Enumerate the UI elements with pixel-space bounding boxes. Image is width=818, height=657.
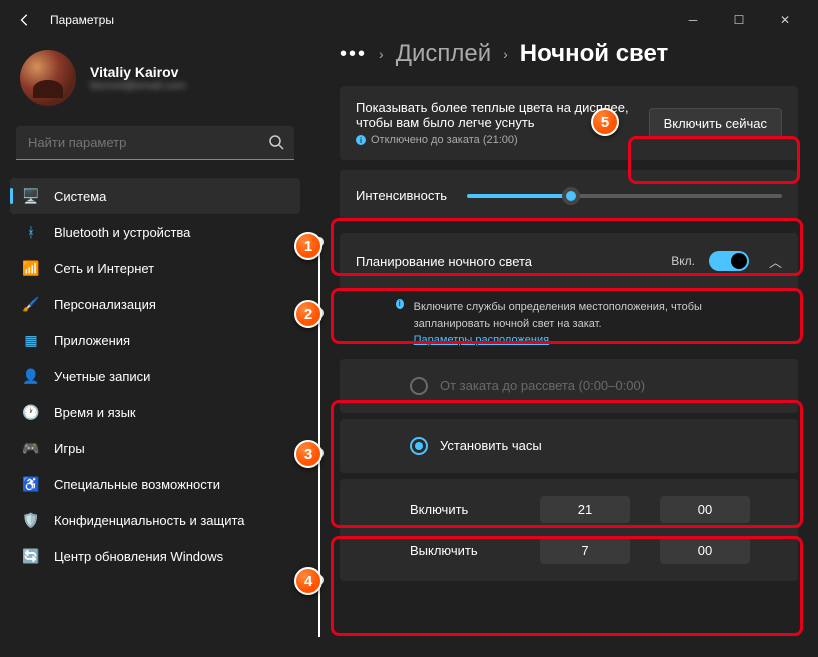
nav-item-7[interactable]: 🎮 Игры <box>10 430 300 466</box>
nav-label: Конфиденциальность и защита <box>54 513 245 528</box>
search-box <box>16 126 294 160</box>
nav-label: Учетные записи <box>54 369 150 384</box>
nav-icon: ▦ <box>22 331 40 349</box>
breadcrumb-current: Ночной свет <box>520 40 668 68</box>
nav-icon: 🖥️ <box>22 187 40 205</box>
info-icon: i <box>356 135 366 145</box>
nav-icon: 🎮 <box>22 439 40 457</box>
user-email: blurred@email.com <box>90 80 186 92</box>
nav-label: Персонализация <box>54 297 156 312</box>
annotation-badge-1: 1 <box>294 232 322 260</box>
description-sub: Отключено до заката (21:00) <box>371 134 518 146</box>
description-card: Показывать более теплые цвета на дисплее… <box>340 86 798 160</box>
titlebar: Параметры ─ ☐ ✕ <box>0 0 818 40</box>
nav-item-6[interactable]: 🕐 Время и язык <box>10 394 300 430</box>
nav-item-2[interactable]: 📶 Сеть и Интернет <box>10 250 300 286</box>
nav-icon: 🕐 <box>22 403 40 421</box>
back-button[interactable] <box>10 5 40 35</box>
close-button[interactable]: ✕ <box>762 5 808 35</box>
breadcrumb-overflow[interactable]: ••• <box>340 43 367 66</box>
nav-item-1[interactable]: ᚼ Bluetooth и устройства <box>10 214 300 250</box>
annotation-badge-5: 5 <box>591 108 619 136</box>
nav-item-8[interactable]: ♿ Специальные возможности <box>10 466 300 502</box>
location-settings-link[interactable]: Параметры расположения <box>414 334 549 346</box>
nav-item-5[interactable]: 👤 Учетные записи <box>10 358 300 394</box>
nav-label: Система <box>54 189 106 204</box>
annotation-badge-3: 3 <box>294 440 322 468</box>
schedule-card[interactable]: Планирование ночного света Вкл. ︿ <box>340 233 798 289</box>
window-title: Параметры <box>50 13 114 27</box>
nav-item-3[interactable]: 🖌️ Персонализация <box>10 286 300 322</box>
nav-label: Игры <box>54 441 85 456</box>
annotation-badge-2: 2 <box>294 300 322 328</box>
turn-off-label: Выключить <box>410 543 510 558</box>
on-minute-input[interactable]: 00 <box>660 496 750 523</box>
on-hour-input[interactable]: 21 <box>540 496 630 523</box>
nav-label: Сеть и Интернет <box>54 261 154 276</box>
sidebar: Vitaliy Kairov blurred@email.com 🖥️ Систе… <box>0 40 310 657</box>
chevron-up-icon[interactable]: ︿ <box>769 252 782 271</box>
nav-icon: 👤 <box>22 367 40 385</box>
off-hour-input[interactable]: 7 <box>540 537 630 564</box>
intensity-slider[interactable] <box>467 194 782 198</box>
user-name: Vitaliy Kairov <box>90 64 186 80</box>
search-input[interactable] <box>16 126 294 160</box>
breadcrumb-parent[interactable]: Дисплей <box>396 40 491 68</box>
nav-item-10[interactable]: 🔄 Центр обновления Windows <box>10 538 300 574</box>
nav-label: Bluetooth и устройства <box>54 225 190 240</box>
nav-icon: ♿ <box>22 475 40 493</box>
nav-icon: 🖌️ <box>22 295 40 313</box>
window-controls: ─ ☐ ✕ <box>670 5 808 35</box>
nav-label: Центр обновления Windows <box>54 549 223 564</box>
schedule-toggle[interactable] <box>709 251 749 271</box>
radio-icon <box>410 377 428 395</box>
maximize-button[interactable]: ☐ <box>716 5 762 35</box>
intensity-card: Интенсивность <box>340 170 798 221</box>
nav-icon: ᚼ <box>22 223 40 241</box>
radio-sethours-label: Установить часы <box>440 438 542 453</box>
location-message: i Включите службы определения местополож… <box>340 289 798 359</box>
radio-sethours[interactable]: Установить часы <box>340 419 798 473</box>
user-block[interactable]: Vitaliy Kairov blurred@email.com <box>10 40 300 126</box>
schedule-label: Планирование ночного света <box>356 254 657 269</box>
content: ••• › Дисплей › Ночной свет Показывать б… <box>310 40 818 657</box>
radio-icon <box>410 437 428 455</box>
radio-sunset-label: От заката до рассвета (0:00–0:00) <box>440 378 645 393</box>
nav-icon: 🔄 <box>22 547 40 565</box>
nav-item-4[interactable]: ▦ Приложения <box>10 322 300 358</box>
breadcrumb: ••• › Дисплей › Ночной свет <box>340 40 798 68</box>
nav-item-9[interactable]: 🛡️ Конфиденциальность и защита <box>10 502 300 538</box>
info-icon: i <box>396 299 404 309</box>
nav-label: Приложения <box>54 333 130 348</box>
off-minute-input[interactable]: 00 <box>660 537 750 564</box>
annotation-badge-4: 4 <box>294 567 322 595</box>
toggle-state: Вкл. <box>671 254 695 268</box>
nav-icon: 📶 <box>22 259 40 277</box>
chevron-right-icon: › <box>379 46 384 62</box>
avatar <box>20 50 76 106</box>
time-block: Включить 21 00 Выключить 7 00 <box>340 479 798 581</box>
nav-icon: 🛡️ <box>22 511 40 529</box>
chevron-right-icon: › <box>503 46 508 62</box>
nav-label: Специальные возможности <box>54 477 220 492</box>
intensity-label: Интенсивность <box>356 188 447 203</box>
nav-item-0[interactable]: 🖥️ Система <box>10 178 300 214</box>
nav-label: Время и язык <box>54 405 136 420</box>
turn-on-label: Включить <box>410 502 510 517</box>
minimize-button[interactable]: ─ <box>670 5 716 35</box>
search-icon <box>268 134 284 155</box>
radio-sunset: От заката до рассвета (0:00–0:00) <box>340 359 798 413</box>
enable-now-button[interactable]: Включить сейчас <box>649 108 782 139</box>
